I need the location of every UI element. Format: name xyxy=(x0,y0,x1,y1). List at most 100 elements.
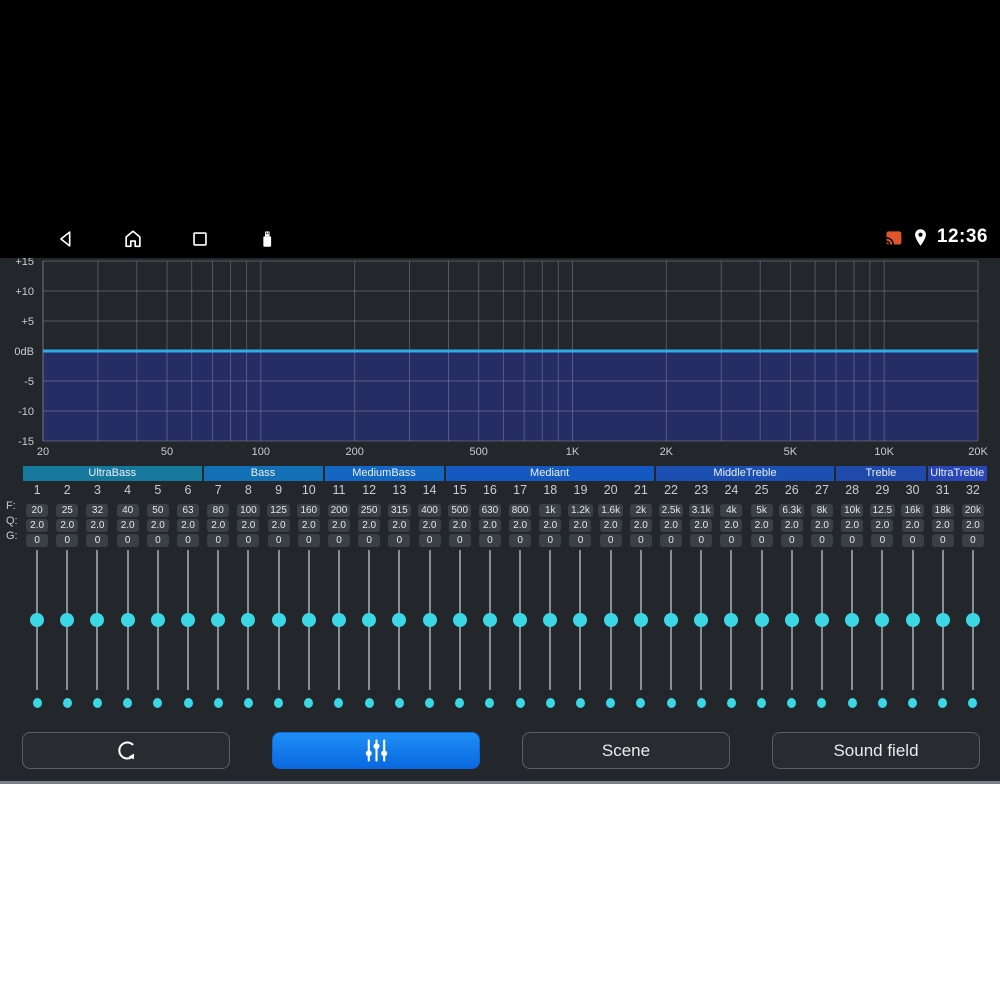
band-gain-slider[interactable] xyxy=(958,546,988,696)
band-gain-slider[interactable] xyxy=(173,546,203,696)
screen: 12:36 +15 +10 +5 0dB -5 -10 -15 20 50 100 200 500 1K… xyxy=(0,0,1000,1000)
band-indicator-dot xyxy=(515,698,525,708)
slider-handle[interactable] xyxy=(241,613,256,627)
band-gain-slider[interactable] xyxy=(264,546,294,696)
band-gain-slider[interactable] xyxy=(113,546,143,696)
footer-buttons: Scene Sound field xyxy=(22,732,980,769)
band-gain-slider[interactable] xyxy=(143,546,173,696)
slider-handle[interactable] xyxy=(543,613,558,627)
band-number: 5 xyxy=(154,483,162,497)
band-number: 11 xyxy=(332,483,346,497)
y-axis-tick-label: -10 xyxy=(18,406,34,418)
band-number: 24 xyxy=(724,483,739,497)
band-gain-slider[interactable] xyxy=(867,546,897,696)
band-gain-slider[interactable] xyxy=(807,546,837,696)
sound-field-button[interactable]: Sound field xyxy=(772,732,980,769)
band-gain-slider[interactable] xyxy=(747,546,777,696)
slider-handle[interactable] xyxy=(482,613,497,627)
band-sliders xyxy=(22,546,988,696)
band-gain-slider[interactable] xyxy=(897,546,927,696)
band-indicator-dot xyxy=(968,698,978,708)
band-indicator-dot xyxy=(606,698,616,708)
band-indicator-dot xyxy=(32,698,42,708)
scene-button[interactable]: Scene xyxy=(522,732,730,769)
slider-handle[interactable] xyxy=(452,613,467,627)
slider-handle[interactable] xyxy=(845,613,860,627)
band-gain-slider[interactable] xyxy=(656,546,686,696)
band-indicator-dot xyxy=(696,698,706,708)
slider-handle[interactable] xyxy=(60,613,75,627)
band-number: 31 xyxy=(935,483,950,497)
band-gain-slider[interactable] xyxy=(716,546,746,696)
slider-handle[interactable] xyxy=(694,613,709,627)
slider-handle[interactable] xyxy=(603,613,618,627)
band-gain-slider[interactable] xyxy=(777,546,807,696)
status-bar: 12:36 xyxy=(0,0,1000,258)
band-group-middletreble: MiddleTreble xyxy=(655,466,835,481)
band-gain-slider[interactable] xyxy=(505,546,535,696)
band-number: 4 xyxy=(124,483,132,497)
slider-handle[interactable] xyxy=(664,613,679,627)
slider-handle[interactable] xyxy=(784,613,799,627)
band-gain-slider[interactable] xyxy=(22,546,52,696)
band-number: 16 xyxy=(482,483,497,497)
band-gain-slider[interactable] xyxy=(354,546,384,696)
slider-handle[interactable] xyxy=(331,613,346,627)
band-gain-slider[interactable] xyxy=(596,546,626,696)
band-gain-slider[interactable] xyxy=(928,546,958,696)
band-gain-slider[interactable] xyxy=(52,546,82,696)
slider-handle[interactable] xyxy=(965,613,980,627)
slider-handle[interactable] xyxy=(181,613,196,627)
band-indicator-dots xyxy=(22,698,988,708)
slider-handle[interactable] xyxy=(271,613,286,627)
band-gain-slider[interactable] xyxy=(475,546,505,696)
slider-handle[interactable] xyxy=(150,613,165,627)
slider-handle[interactable] xyxy=(211,613,226,627)
reset-button[interactable] xyxy=(22,732,230,769)
slider-handle[interactable] xyxy=(422,613,437,627)
slider-handle[interactable] xyxy=(905,613,920,627)
band-indicator-dot xyxy=(304,698,314,708)
slider-handle[interactable] xyxy=(633,613,648,627)
slider-handle[interactable] xyxy=(724,613,739,627)
band-indicator-dot xyxy=(364,698,374,708)
x-axis-tick-label: 5K xyxy=(784,446,798,458)
equalizer-button[interactable] xyxy=(272,732,480,769)
slider-handle[interactable] xyxy=(120,613,135,627)
home-icon[interactable] xyxy=(122,228,144,250)
slider-handle[interactable] xyxy=(30,613,45,627)
slider-handle[interactable] xyxy=(935,613,950,627)
slider-handle[interactable] xyxy=(513,613,528,627)
band-gain-slider[interactable] xyxy=(565,546,595,696)
slider-handle[interactable] xyxy=(754,613,769,627)
band-gain-slider[interactable] xyxy=(294,546,324,696)
band-gain-slider[interactable] xyxy=(203,546,233,696)
recents-icon[interactable] xyxy=(189,228,211,250)
band-gain-slider[interactable] xyxy=(414,546,444,696)
slider-handle[interactable] xyxy=(814,613,829,627)
location-icon xyxy=(914,228,926,246)
back-icon[interactable] xyxy=(55,228,77,250)
band-gain-slider[interactable] xyxy=(445,546,475,696)
slider-handle[interactable] xyxy=(875,613,890,627)
band-gain-slider[interactable] xyxy=(837,546,867,696)
slider-handle[interactable] xyxy=(301,613,316,627)
slider-handle[interactable] xyxy=(392,613,407,627)
x-axis-tick-label: 20 xyxy=(37,446,49,458)
slider-handle[interactable] xyxy=(90,613,105,627)
slider-handle[interactable] xyxy=(573,613,588,627)
band-indicator-dot xyxy=(425,698,435,708)
slider-handle[interactable] xyxy=(362,613,377,627)
band-gain-slider[interactable] xyxy=(535,546,565,696)
band-gain-slider[interactable] xyxy=(626,546,656,696)
band-gain-slider[interactable] xyxy=(384,546,414,696)
band-group-treble: Treble xyxy=(836,466,926,481)
band-number: 1 xyxy=(33,483,41,497)
band-gain-slider[interactable] xyxy=(82,546,112,696)
y-axis-tick-label: 0dB xyxy=(14,346,34,358)
band-indicator-dot xyxy=(938,698,948,708)
band-group-ultratreble: UltraTreble xyxy=(927,466,987,481)
band-gain-slider[interactable] xyxy=(233,546,263,696)
band-gain-slider[interactable] xyxy=(324,546,354,696)
band-gain-slider[interactable] xyxy=(686,546,716,696)
